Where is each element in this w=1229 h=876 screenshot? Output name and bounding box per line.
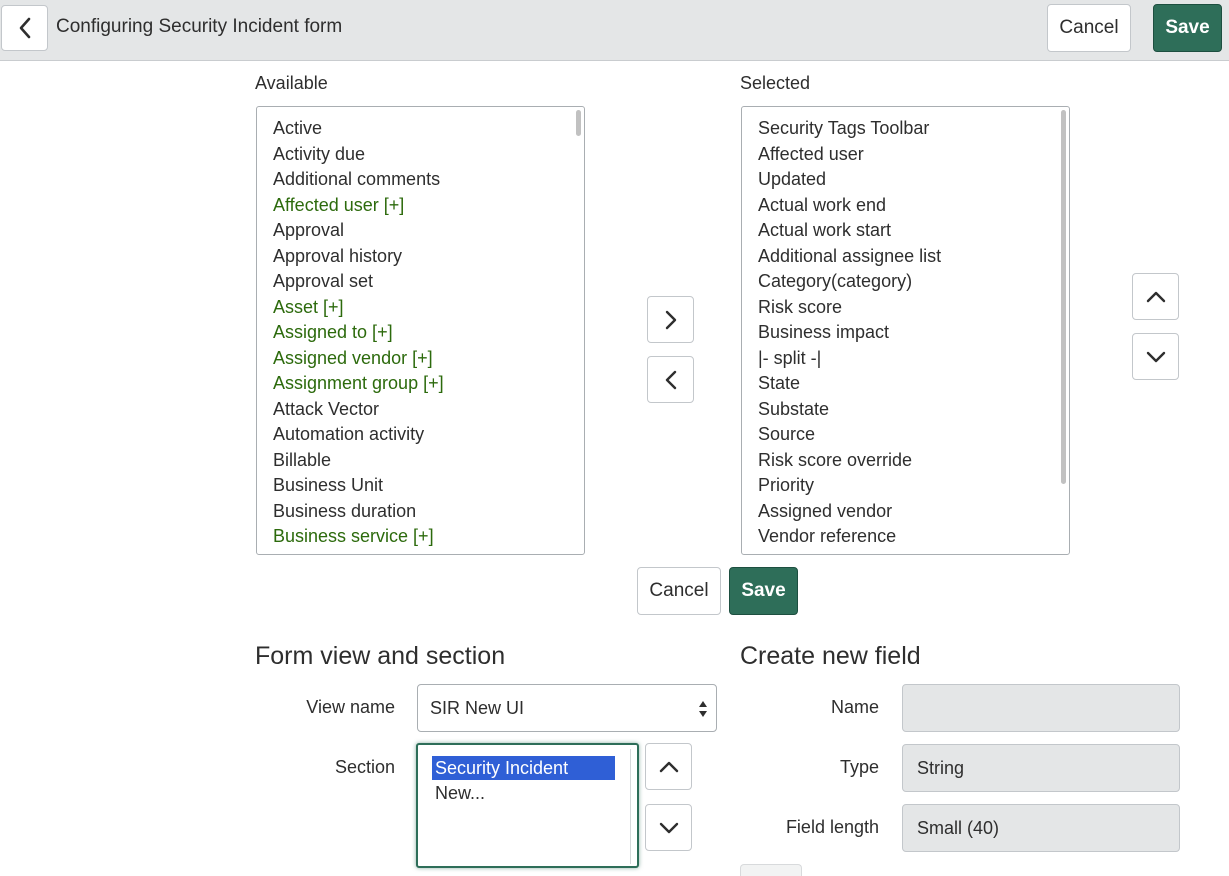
chevron-down-icon — [1146, 351, 1165, 362]
selected-item[interactable]: Substate — [758, 397, 1053, 423]
selected-item[interactable]: |- split -| — [758, 346, 1053, 372]
selected-item[interactable]: Priority — [758, 473, 1053, 499]
field-length-label: Field length — [785, 817, 879, 837]
move-up-button[interactable] — [1132, 273, 1179, 320]
add-field-button[interactable] — [647, 296, 694, 343]
chevron-left-icon — [665, 370, 676, 389]
available-item[interactable]: Approval history — [273, 244, 568, 270]
section-list[interactable]: Security Incident New... — [416, 743, 639, 868]
form-view-title: Form view and section — [255, 642, 506, 670]
available-item[interactable]: Assignment group [+] — [273, 371, 568, 397]
selected-item[interactable]: Security Tags Toolbar — [758, 116, 1053, 142]
view-name-value: SIR New UI — [430, 697, 525, 718]
selected-item[interactable]: Actual work end — [758, 193, 1053, 219]
available-item[interactable]: Business Unit — [273, 473, 568, 499]
select-arrows-icon — [699, 701, 707, 717]
available-label: Available — [255, 73, 328, 93]
chevron-left-icon — [19, 17, 30, 39]
selected-item[interactable]: Affected user — [758, 142, 1053, 168]
selected-items: Security Tags Toolbar Affected user Update… — [758, 116, 1053, 550]
selected-item[interactable]: Vendor reference — [758, 524, 1053, 550]
name-input[interactable] — [902, 684, 1180, 732]
available-item[interactable]: Affected user [+] — [273, 193, 568, 219]
available-item[interactable]: Asset [+] — [273, 295, 568, 321]
section-option-security-incident[interactable]: Security Incident — [432, 756, 615, 780]
section-move-down-button[interactable] — [645, 804, 692, 851]
create-field-title: Create new field — [740, 642, 921, 670]
header-bar: Configuring Security Incident form Cance… — [0, 0, 1229, 61]
available-item[interactable]: Attack Vector — [273, 397, 568, 423]
chevron-right-icon — [665, 310, 676, 329]
slushbucket-cancel-button[interactable]: Cancel — [637, 567, 721, 615]
available-item[interactable]: Approval — [273, 218, 568, 244]
move-down-button[interactable] — [1132, 333, 1179, 380]
selected-item[interactable]: Updated — [758, 167, 1053, 193]
section-option-new[interactable]: New... — [432, 781, 615, 805]
selected-item[interactable]: Source — [758, 422, 1053, 448]
selected-list[interactable]: Security Tags Toolbar Affected user Update… — [741, 106, 1070, 555]
selected-item[interactable]: Risk score override — [758, 448, 1053, 474]
type-label: Type — [839, 757, 879, 777]
available-scrollbar[interactable] — [576, 110, 581, 136]
available-item[interactable]: Assigned vendor [+] — [273, 346, 568, 372]
chevron-down-icon — [659, 822, 678, 833]
available-list[interactable]: Active Activity due Additional comments Aff… — [256, 106, 585, 555]
add-field-button-partial[interactable] — [740, 864, 802, 876]
available-item[interactable]: Business service [+] — [273, 524, 568, 550]
name-label: Name — [830, 697, 879, 717]
available-item[interactable]: Billable — [273, 448, 568, 474]
selected-item[interactable]: Actual work start — [758, 218, 1053, 244]
selected-item[interactable]: Business impact — [758, 320, 1053, 346]
section-list-divider — [630, 749, 631, 864]
header-cancel-button[interactable]: Cancel — [1047, 4, 1131, 52]
selected-item[interactable]: Risk score — [758, 295, 1053, 321]
available-item[interactable]: Additional comments — [273, 167, 568, 193]
selected-label: Selected — [740, 73, 811, 93]
available-item[interactable]: Business duration — [273, 499, 568, 525]
back-button[interactable] — [1, 5, 48, 51]
page-title: Configuring Security Incident form — [56, 16, 343, 37]
selected-item[interactable]: State — [758, 371, 1053, 397]
section-move-up-button[interactable] — [645, 743, 692, 790]
view-name-select[interactable]: SIR New UI — [417, 684, 717, 732]
header-save-button[interactable]: Save — [1153, 4, 1222, 52]
available-item[interactable]: Approval set — [273, 269, 568, 295]
selected-item[interactable]: Assigned vendor — [758, 499, 1053, 525]
section-label: Section — [334, 757, 395, 777]
available-items: Active Activity due Additional comments Aff… — [273, 116, 568, 550]
view-name-label: View name — [306, 697, 395, 717]
available-item[interactable]: Automation activity — [273, 422, 568, 448]
selected-scrollbar[interactable] — [1061, 110, 1066, 484]
slushbucket-save-button[interactable]: Save — [729, 567, 798, 615]
field-length-field[interactable]: Small (40) — [902, 804, 1180, 852]
selected-item[interactable]: Additional assignee list — [758, 244, 1053, 270]
available-item[interactable]: Activity due — [273, 142, 568, 168]
selected-item[interactable]: Category(category) — [758, 269, 1053, 295]
remove-field-button[interactable] — [647, 356, 694, 403]
type-field[interactable]: String — [902, 744, 1180, 792]
chevron-up-icon — [1146, 291, 1165, 302]
available-item[interactable]: Assigned to [+] — [273, 320, 568, 346]
available-item[interactable]: Active — [273, 116, 568, 142]
chevron-up-icon — [659, 761, 678, 772]
